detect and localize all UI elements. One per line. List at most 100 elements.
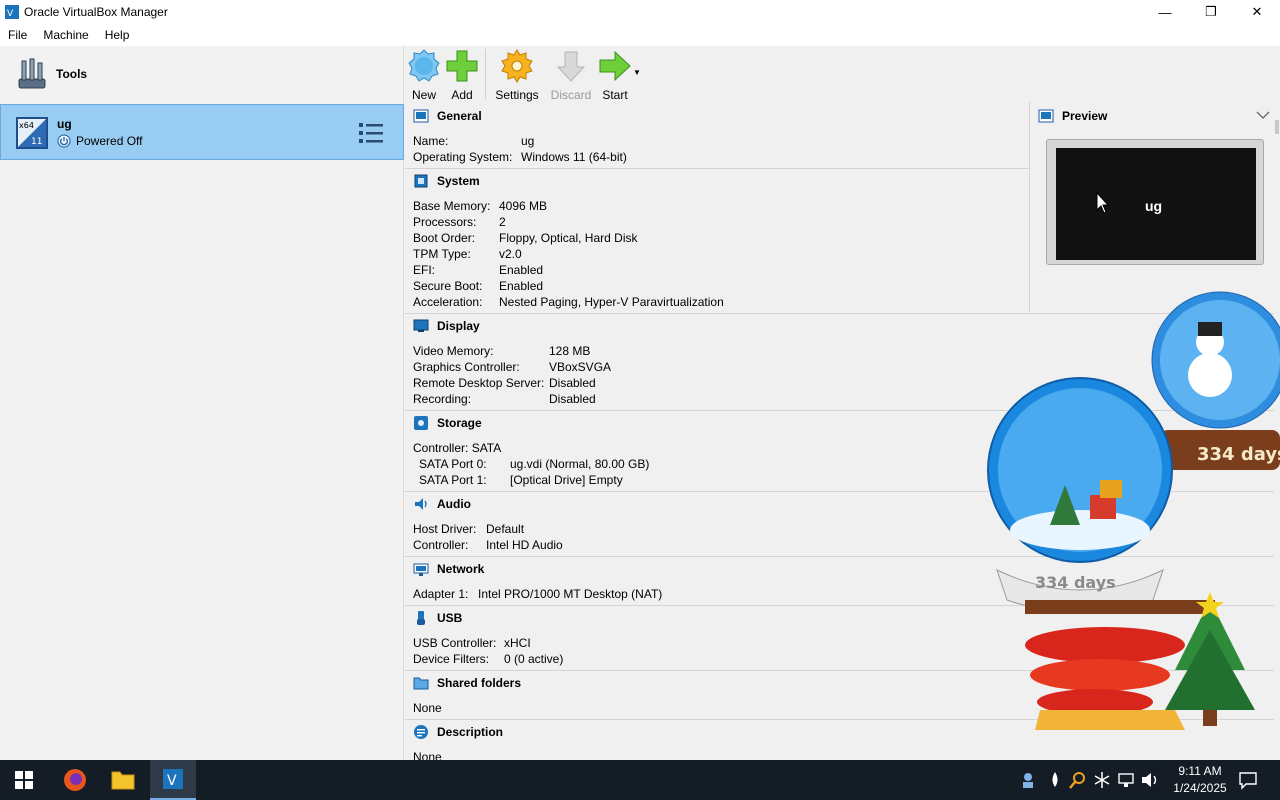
section-description[interactable]: Description: [405, 720, 503, 744]
usb-label: Device Filters:: [413, 652, 490, 666]
vm-state-label: Powered Off: [76, 134, 143, 148]
add-icon: [446, 50, 478, 82]
search-tray-icon[interactable]: [1068, 770, 1088, 790]
new-label: New: [411, 88, 436, 102]
volume-tray-icon[interactable]: [1140, 770, 1160, 790]
preview-icon: [1038, 109, 1054, 123]
folder-icon: [111, 771, 135, 790]
audio-label: Controller:: [413, 538, 469, 552]
vm-details-menu-icon[interactable]: [358, 121, 384, 145]
system-label: Base Memory:: [413, 199, 491, 213]
vm-state: Powered Off: [57, 134, 142, 148]
storage-title: Storage: [437, 416, 482, 430]
system-value: Nested Paging, Hyper-V Paravirtualizatio…: [499, 295, 724, 309]
windows-logo-icon: [15, 771, 33, 789]
section-storage[interactable]: Storage: [405, 411, 482, 435]
usb-value: xHCI: [504, 636, 531, 650]
system-value: Enabled: [499, 279, 544, 293]
settings-label: Settings: [495, 88, 539, 102]
taskbar-virtualbox[interactable]: V: [150, 760, 196, 800]
discard-button[interactable]: Discard: [544, 46, 598, 102]
system-value: 2: [499, 215, 506, 229]
display-monitor-icon: [413, 319, 429, 332]
machine-toolbar: New Add Settings Discard Start ▼: [405, 46, 1280, 102]
audio-speaker-icon: [415, 498, 427, 510]
globe-right-label: 334 days: [1197, 444, 1280, 465]
storage-port-value: [Optical Drive] Empty: [510, 473, 623, 487]
scrollbar-thumb[interactable]: [1275, 120, 1279, 134]
menu-file[interactable]: File: [0, 28, 35, 42]
storage-port-label: SATA Port 0:: [419, 457, 487, 471]
start-dropdown-icon[interactable]: ▼: [632, 46, 642, 102]
new-button[interactable]: New: [405, 46, 443, 102]
usb-value: 0 (0 active): [504, 652, 564, 666]
menu-bar: File Machine Help: [0, 24, 1280, 46]
taskbar-firefox[interactable]: [52, 760, 98, 800]
preview-frame: ug: [1046, 139, 1264, 265]
drop-tray-icon[interactable]: [1045, 770, 1065, 790]
start-menu-button[interactable]: [0, 760, 48, 800]
section-general[interactable]: General: [405, 104, 482, 128]
minimize-button[interactable]: —: [1142, 0, 1188, 24]
discard-label: Discard: [550, 88, 592, 102]
audio-title: Audio: [437, 497, 471, 511]
menu-machine[interactable]: Machine: [35, 28, 96, 42]
people-tray-icon[interactable]: [1020, 770, 1040, 790]
snow-globe-decoration: 334 days 334 days: [987, 291, 1280, 730]
usb-icon: [417, 611, 425, 625]
toolbar-separator: [485, 49, 486, 99]
taskbar-file-explorer[interactable]: [100, 760, 146, 800]
system-value: Enabled: [499, 263, 544, 277]
section-shared-folders[interactable]: Shared folders: [405, 671, 521, 695]
virtualbox-app-icon: V: [5, 5, 19, 19]
display-value: Disabled: [549, 376, 596, 390]
close-button[interactable]: ✕: [1234, 0, 1280, 24]
display-value: 128 MB: [549, 344, 591, 358]
section-preview[interactable]: Preview: [1030, 104, 1107, 128]
add-label: Add: [451, 88, 473, 102]
network-icon: [413, 563, 429, 576]
audio-value: Intel HD Audio: [486, 538, 563, 552]
virtualbox-manager-window: V Oracle VirtualBox Manager — ❐ ✕ File M…: [0, 0, 1280, 762]
preview-vm-name: ug: [1145, 198, 1163, 214]
chevron-down-icon[interactable]: [1256, 110, 1270, 120]
vm-list-item[interactable]: x64 11 ug Powered Off: [0, 104, 404, 160]
system-label: EFI:: [413, 263, 436, 277]
general-name-label: Name:: [413, 134, 449, 148]
divider: [405, 168, 1029, 169]
section-audio[interactable]: Audio: [405, 492, 471, 516]
display-label: Recording:: [413, 392, 472, 406]
system-chip-icon: [414, 174, 428, 188]
snowflake-tray-icon[interactable]: [1092, 770, 1112, 790]
section-network[interactable]: Network: [405, 557, 484, 581]
taskbar-clock[interactable]: 9:11 AM 1/24/2025: [1168, 763, 1232, 797]
network-label: Adapter 1:: [413, 587, 469, 601]
display-value: VBoxSVGA: [549, 360, 612, 374]
new-vm-icon: [408, 49, 440, 82]
usb-title: USB: [437, 611, 463, 625]
firefox-icon: [64, 769, 86, 791]
menu-help[interactable]: Help: [97, 28, 138, 42]
add-button[interactable]: Add: [443, 46, 481, 102]
clock-time: 9:11 AM: [1178, 764, 1222, 778]
system-label: Secure Boot:: [413, 279, 483, 293]
settings-gear-icon: [501, 49, 533, 83]
network-tray-icon[interactable]: [1116, 770, 1136, 790]
start-button[interactable]: Start: [598, 46, 632, 102]
usb-label: USB Controller:: [413, 636, 497, 650]
system-label: Acceleration:: [413, 295, 483, 309]
vm-name: ug: [57, 117, 72, 131]
general-icon: [413, 109, 429, 123]
windows-11-vm-icon: x64 11: [16, 117, 48, 149]
section-display[interactable]: Display: [405, 314, 480, 338]
section-system[interactable]: System: [405, 169, 480, 193]
start-label: Start: [602, 88, 628, 102]
section-usb[interactable]: USB: [405, 606, 462, 630]
svg-text:V: V: [167, 773, 177, 789]
display-title: Display: [437, 319, 480, 333]
notifications-icon[interactable]: [1238, 770, 1258, 790]
maximize-button[interactable]: ❐: [1188, 0, 1234, 24]
settings-button[interactable]: Settings: [490, 46, 544, 102]
tools-item[interactable]: Tools: [0, 46, 404, 102]
system-value: v2.0: [499, 247, 522, 261]
